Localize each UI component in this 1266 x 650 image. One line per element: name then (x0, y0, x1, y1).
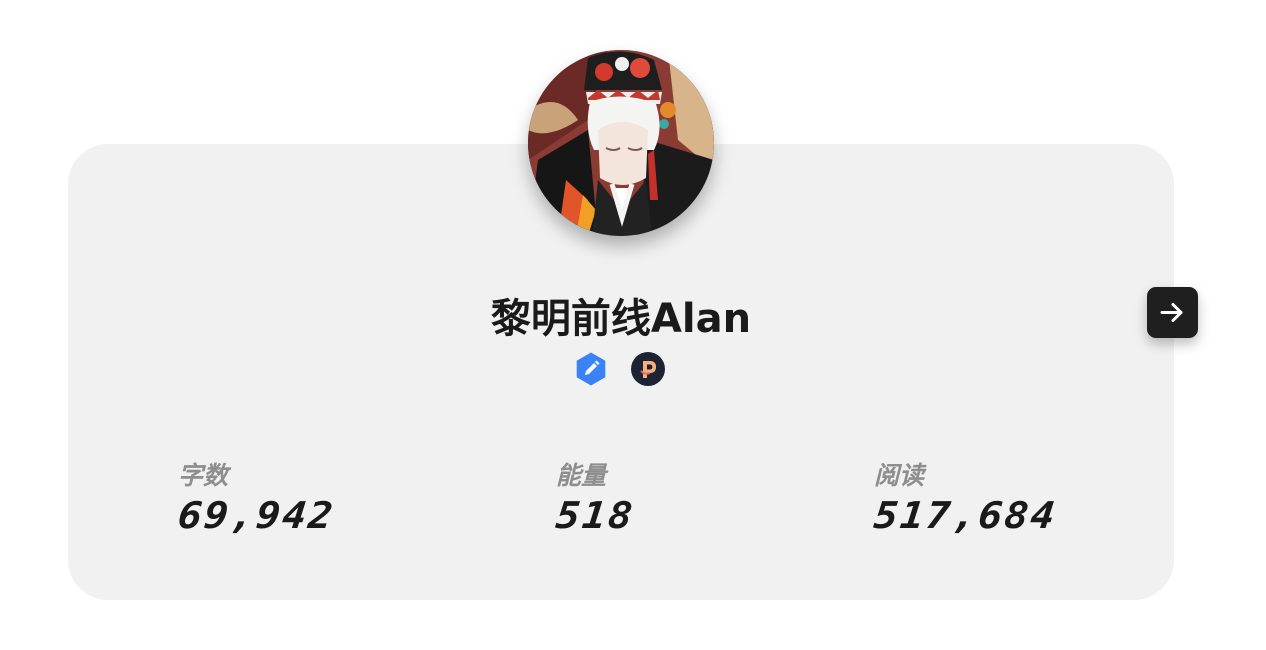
pencil-hexagon-icon (576, 352, 606, 386)
avatar[interactable] (528, 50, 714, 236)
avatar-illustration (528, 50, 714, 236)
stat-value: 69,942 (175, 494, 337, 538)
arrow-right-icon (1160, 303, 1183, 322)
stat-value: 518 (553, 494, 637, 538)
profile-page: 黎明前线Alan 字数 69,942 能量 518 阅读 517,684 (0, 0, 1266, 650)
stat-label: 字数 (178, 461, 229, 490)
p-coin-badge[interactable] (630, 351, 666, 387)
stat-word-count: 字数 69,942 (175, 458, 337, 538)
p-coin-icon (631, 352, 665, 386)
profile-username: 黎明前线Alan (490, 296, 752, 342)
stat-energy: 能量 518 (553, 458, 637, 538)
stat-label: 阅读 (874, 461, 925, 490)
writer-badge[interactable] (573, 351, 609, 387)
stat-value: 517,684 (871, 494, 1059, 538)
stat-reads: 阅读 517,684 (871, 458, 1059, 538)
stat-label: 能量 (556, 461, 607, 490)
next-arrow-button[interactable] (1147, 287, 1198, 338)
